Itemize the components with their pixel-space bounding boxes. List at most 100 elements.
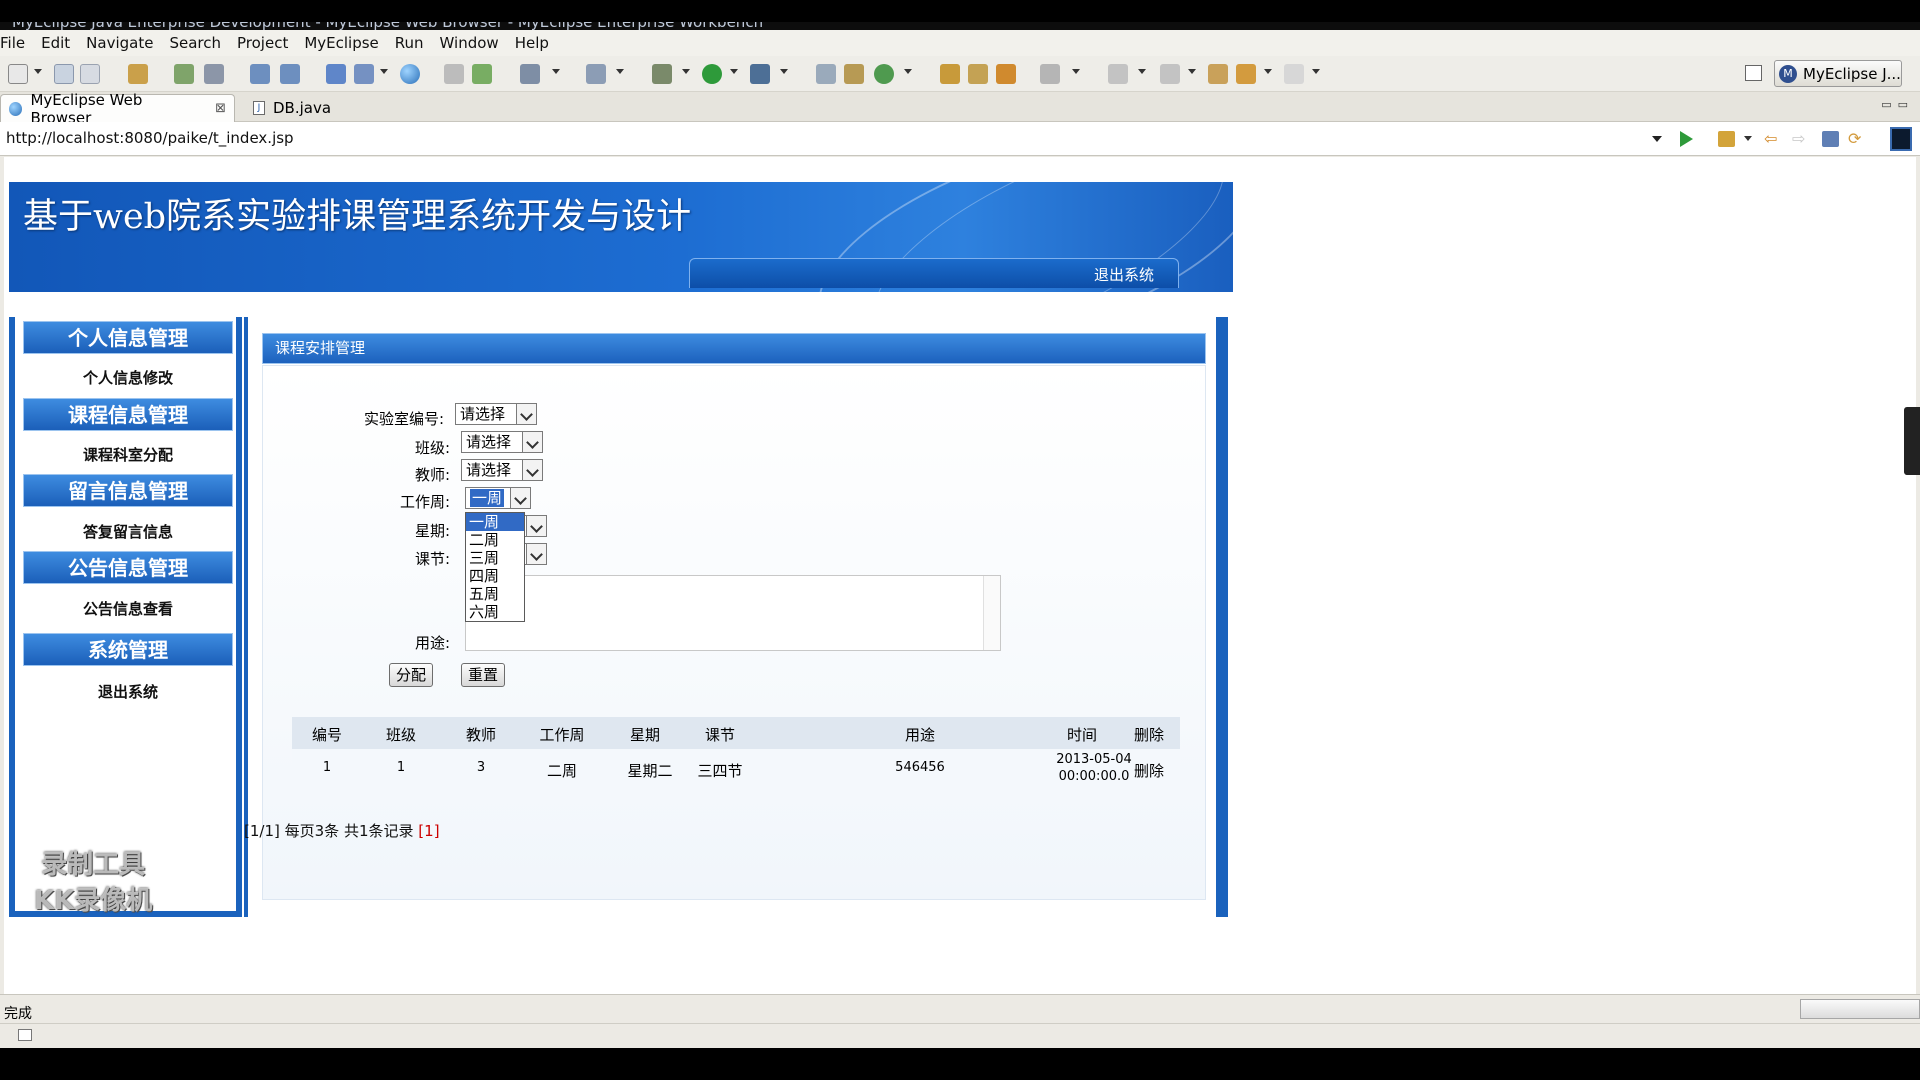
back-dropdown-icon[interactable] (1264, 69, 1272, 74)
go-icon[interactable] (1680, 131, 1693, 147)
logout-link[interactable]: 退出系统 (1094, 264, 1154, 285)
wizard-icon[interactable] (586, 64, 606, 84)
week-option[interactable]: 三周 (466, 549, 524, 567)
sidebar-item-view-notice[interactable]: 公告信息查看 (23, 598, 233, 619)
main-toolbar: M MyEclipse J... (0, 56, 1920, 92)
menu-help[interactable]: Help (507, 34, 557, 52)
wizard-dropdown-icon[interactable] (616, 69, 624, 74)
week-option[interactable]: 六周 (466, 603, 524, 621)
menu-edit[interactable]: Edit (33, 34, 78, 52)
menu-file[interactable]: File (0, 34, 33, 52)
sidebar-header-course[interactable]: 课程信息管理 (23, 398, 233, 431)
cell-weekday: 星期二 (627, 762, 673, 780)
sidebar-item-course-room-assign[interactable]: 课程科室分配 (23, 444, 233, 465)
debug-icon[interactable] (652, 64, 672, 84)
side-panel-handle[interactable] (1904, 407, 1920, 475)
debug-dropdown-icon[interactable] (682, 69, 690, 74)
teacher-select[interactable]: 请选择 (461, 459, 543, 481)
delete-link[interactable]: 删除 (1124, 760, 1174, 781)
next-annotation-dropdown-icon[interactable] (1138, 69, 1146, 74)
search-icon[interactable] (996, 64, 1016, 84)
sidebar-header-notice[interactable]: 公告信息管理 (23, 551, 233, 584)
prev-annotation-dropdown-icon[interactable] (1188, 69, 1196, 74)
new-java-project-icon[interactable] (816, 64, 836, 84)
run-icon[interactable] (702, 64, 722, 84)
browser-mode-icon[interactable] (1890, 127, 1912, 151)
open-task-icon[interactable] (968, 64, 988, 84)
tab-db-java[interactable]: J DB.java (245, 94, 365, 122)
purpose-textarea[interactable] (465, 575, 1001, 651)
menu-project[interactable]: Project (229, 34, 296, 52)
external-tools-dropdown-icon[interactable] (780, 69, 788, 74)
monitor-dropdown-icon[interactable] (552, 69, 560, 74)
menu-search[interactable]: Search (161, 34, 229, 52)
close-icon[interactable]: ⊠ (215, 101, 226, 116)
sidebar-item-reply-message[interactable]: 答复留言信息 (23, 521, 233, 542)
prev-annotation-icon[interactable] (1160, 64, 1180, 84)
sidebar-header-personal[interactable]: 个人信息管理 (23, 321, 233, 354)
run-server-icon[interactable] (354, 64, 374, 84)
new-icon[interactable] (8, 64, 28, 84)
annotation-dropdown-icon[interactable] (1072, 69, 1080, 74)
refresh-db-icon[interactable] (472, 64, 492, 84)
sidebar-item-logout[interactable]: 退出系统 (23, 681, 233, 702)
week-option[interactable]: 一周 (466, 513, 524, 531)
annotation-icon[interactable] (1040, 64, 1060, 84)
save-icon[interactable] (54, 64, 74, 84)
url-input[interactable]: http://localhost:8080/paike/t_index.jsp (6, 129, 294, 147)
progress-area (1800, 999, 1920, 1019)
class-select[interactable]: 请选择 (461, 431, 543, 453)
refresh-icon[interactable]: ⟳ (1848, 131, 1865, 147)
new-dropdown-icon[interactable] (34, 69, 42, 74)
new-class-dropdown-icon[interactable] (904, 69, 912, 74)
minimize-maximize-icon[interactable]: ▭▭ (1881, 98, 1914, 111)
week-select[interactable]: 一周 (465, 487, 531, 509)
menu-run[interactable]: Run (387, 34, 432, 52)
sidebar-item-edit-profile[interactable]: 个人信息修改 (23, 367, 233, 388)
favorites-dropdown-icon[interactable] (1744, 136, 1752, 141)
external-tools-icon[interactable] (750, 64, 770, 84)
forward-dropdown-icon[interactable] (1312, 69, 1320, 74)
open-folder-icon[interactable] (444, 64, 464, 84)
stop-icon[interactable] (1822, 131, 1839, 147)
open-type-icon[interactable] (940, 64, 960, 84)
week-option[interactable]: 四周 (466, 567, 524, 585)
assign-button[interactable]: 分配 (389, 663, 433, 687)
url-history-dropdown-icon[interactable] (1652, 136, 1662, 142)
next-annotation-icon[interactable] (1108, 64, 1128, 84)
web-browser-icon[interactable] (400, 64, 420, 84)
new-package-icon[interactable] (844, 64, 864, 84)
week-option[interactable]: 五周 (466, 585, 524, 603)
fast-view-icon[interactable] (18, 1029, 32, 1041)
sidebar-header-message[interactable]: 留言信息管理 (23, 474, 233, 507)
menu-myeclipse[interactable]: MyEclipse (296, 34, 386, 52)
last-edit-icon[interactable] (1208, 64, 1228, 84)
deploy-icon[interactable] (250, 64, 270, 84)
debug-config-icon[interactable] (174, 64, 194, 84)
run-dropdown-icon[interactable] (730, 69, 738, 74)
package-icon[interactable] (128, 64, 148, 84)
manage-deploy-icon[interactable] (326, 64, 346, 84)
redeploy-icon[interactable] (280, 64, 300, 84)
monitor-icon[interactable] (520, 64, 540, 84)
sidebar-header-system[interactable]: 系统管理 (23, 633, 233, 666)
week-option[interactable]: 二周 (466, 531, 524, 549)
tab-web-browser[interactable]: MyEclipse Web Browser ⊠ (0, 91, 235, 127)
menu-window[interactable]: Window (432, 34, 507, 52)
textarea-scrollbar[interactable] (983, 576, 1000, 650)
pager-page-link[interactable]: [1] (418, 822, 439, 840)
reset-button[interactable]: 重置 (461, 663, 505, 687)
back-arrow-icon[interactable]: ⇦ (1764, 131, 1781, 147)
forward-icon[interactable] (1284, 64, 1304, 84)
save-all-icon[interactable] (80, 64, 100, 84)
perspective-switcher[interactable]: M MyEclipse J... (1774, 60, 1902, 87)
open-perspective-icon[interactable] (1745, 65, 1762, 81)
favorites-icon[interactable] (1718, 131, 1735, 147)
back-icon[interactable] (1236, 64, 1256, 84)
menu-navigate[interactable]: Navigate (78, 34, 161, 52)
lab-select[interactable]: 请选择 (455, 403, 537, 425)
server-icon[interactable] (204, 64, 224, 84)
forward-arrow-icon[interactable]: ⇨ (1792, 131, 1809, 147)
run-server-dropdown-icon[interactable] (380, 69, 388, 74)
new-class-icon[interactable] (874, 64, 894, 84)
